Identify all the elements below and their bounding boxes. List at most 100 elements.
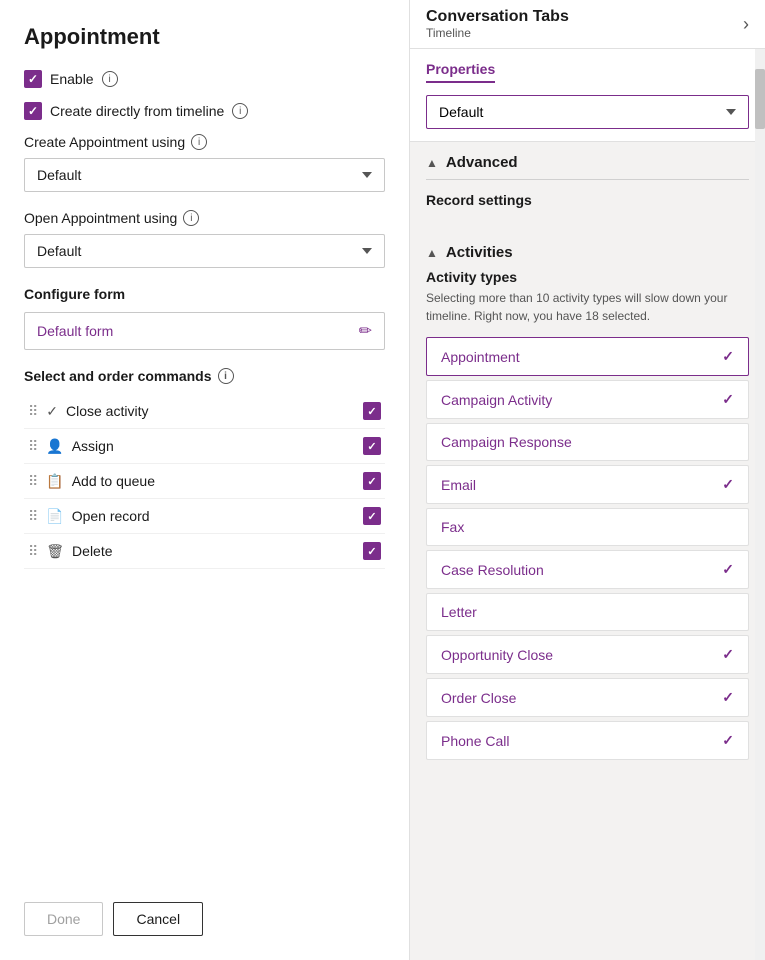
drag-handle-icon[interactable]: ⠿ [28, 473, 38, 490]
edit-icon[interactable]: ✏ [359, 321, 372, 341]
commands-info-icon[interactable]: i [218, 368, 234, 384]
drag-handle-icon[interactable]: ⠿ [28, 543, 38, 560]
right-header-content: Conversation Tabs Timeline [426, 8, 569, 40]
command-item: ⠿ 👤 Assign [24, 429, 385, 464]
create-using-value: Default [37, 167, 81, 183]
panel-footer: Done Cancel [24, 878, 385, 936]
scrollbar-track [755, 49, 765, 960]
left-panel: Appointment Enable i Create directly fro… [0, 0, 410, 960]
create-using-select[interactable]: Default [24, 158, 385, 192]
advanced-divider [426, 179, 749, 180]
properties-chevron [726, 109, 736, 115]
activity-item-label: Order Close [441, 690, 516, 706]
commands-list: ⠿ ✓ Close activity ⠿ 👤 Assign ⠿ 📋 Add to… [24, 394, 385, 569]
commands-header: Select and order commands i [24, 368, 385, 384]
cmd-label: Close activity [66, 403, 355, 419]
properties-tab[interactable]: Properties [426, 61, 495, 83]
cmd-label: Open record [72, 508, 355, 524]
cmd-label: Add to queue [72, 473, 355, 489]
activity-check-icon: ✓ [722, 646, 734, 663]
command-item: ⠿ 🗑 Delete [24, 534, 385, 569]
right-panel: Conversation Tabs Timeline › Properties … [410, 0, 765, 960]
cmd-checkbox[interactable] [363, 402, 381, 420]
enable-checkbox[interactable] [24, 70, 42, 88]
cmd-icon: 📄 [46, 508, 63, 525]
cmd-label: Delete [72, 543, 355, 559]
advanced-collapsible[interactable]: ▲ Advanced [426, 154, 749, 171]
cancel-button[interactable]: Cancel [113, 902, 203, 936]
create-from-timeline-label: Create directly from timeline [50, 103, 224, 119]
create-using-info-icon[interactable]: i [191, 134, 207, 150]
activity-item[interactable]: Fax [426, 508, 749, 546]
activity-item[interactable]: Campaign Activity ✓ [426, 380, 749, 419]
cmd-checkbox[interactable] [363, 507, 381, 525]
activity-check-icon: ✓ [722, 689, 734, 706]
open-using-chevron [362, 248, 372, 254]
activity-item[interactable]: Letter [426, 593, 749, 631]
right-arrow-icon[interactable]: › [743, 14, 749, 35]
configure-form-box[interactable]: Default form ✏ [24, 312, 385, 350]
create-from-timeline-info-icon[interactable]: i [232, 103, 248, 119]
activity-item[interactable]: Email ✓ [426, 465, 749, 504]
advanced-collapse-icon: ▲ [426, 156, 438, 170]
record-settings-label: Record settings [426, 192, 749, 208]
activities-title: Activities [446, 244, 513, 261]
scrollbar-thumb[interactable] [755, 69, 765, 129]
panel-title: Appointment [24, 24, 385, 50]
activity-item[interactable]: Campaign Response [426, 423, 749, 461]
right-header-subtitle: Timeline [426, 26, 569, 40]
properties-select[interactable]: Default [426, 95, 749, 129]
enable-row: Enable i [24, 70, 385, 88]
activity-check-icon: ✓ [722, 348, 734, 365]
create-from-timeline-checkbox[interactable] [24, 102, 42, 120]
activity-types-label: Activity types [426, 269, 749, 285]
cmd-checkbox[interactable] [363, 472, 381, 490]
activity-item[interactable]: Phone Call ✓ [426, 721, 749, 760]
right-header: Conversation Tabs Timeline › [410, 0, 765, 49]
activity-item-label: Appointment [441, 349, 520, 365]
activity-items-list: Appointment ✓ Campaign Activity ✓ Campai… [426, 337, 749, 760]
properties-section: Properties Default [410, 49, 765, 142]
drag-handle-icon[interactable]: ⠿ [28, 508, 38, 525]
activity-types-desc: Selecting more than 10 activity types wi… [426, 289, 749, 325]
drag-handle-icon[interactable]: ⠿ [28, 403, 38, 420]
right-body: Properties Default ▲ Advanced Record set… [410, 49, 765, 960]
cmd-icon: ✓ [46, 403, 58, 420]
command-item: ⠿ 📋 Add to queue [24, 464, 385, 499]
open-using-info-icon[interactable]: i [183, 210, 199, 226]
activity-item-label: Campaign Response [441, 434, 572, 450]
activity-item-label: Campaign Activity [441, 392, 552, 408]
cmd-icon: 👤 [46, 438, 63, 455]
activity-item[interactable]: Order Close ✓ [426, 678, 749, 717]
activity-item[interactable]: Case Resolution ✓ [426, 550, 749, 589]
right-header-title: Conversation Tabs [426, 8, 569, 26]
open-using-value: Default [37, 243, 81, 259]
create-from-timeline-row: Create directly from timeline i [24, 102, 385, 120]
advanced-title: Advanced [446, 154, 518, 171]
activities-collapsible[interactable]: ▲ Activities [426, 244, 749, 261]
activity-check-icon: ✓ [722, 391, 734, 408]
activity-item-label: Opportunity Close [441, 647, 553, 663]
create-using-chevron [362, 172, 372, 178]
done-button[interactable]: Done [24, 902, 103, 936]
cmd-checkbox[interactable] [363, 542, 381, 560]
open-using-group: Open Appointment using i Default [24, 210, 385, 268]
activity-check-icon: ✓ [722, 476, 734, 493]
activities-collapse-icon: ▲ [426, 246, 438, 260]
command-item: ⠿ 📄 Open record [24, 499, 385, 534]
enable-info-icon[interactable]: i [102, 71, 118, 87]
activity-check-icon: ✓ [722, 732, 734, 749]
command-item: ⠿ ✓ Close activity [24, 394, 385, 429]
drag-handle-icon[interactable]: ⠿ [28, 438, 38, 455]
configure-form-value: Default form [37, 323, 113, 339]
open-using-select[interactable]: Default [24, 234, 385, 268]
activity-check-icon: ✓ [722, 561, 734, 578]
activity-item[interactable]: Opportunity Close ✓ [426, 635, 749, 674]
activity-item-label: Case Resolution [441, 562, 544, 578]
cmd-icon: 📋 [46, 473, 63, 490]
open-using-label: Open Appointment using i [24, 210, 385, 226]
cmd-checkbox[interactable] [363, 437, 381, 455]
enable-label: Enable [50, 71, 94, 87]
create-using-group: Create Appointment using i Default [24, 134, 385, 192]
activity-item[interactable]: Appointment ✓ [426, 337, 749, 376]
